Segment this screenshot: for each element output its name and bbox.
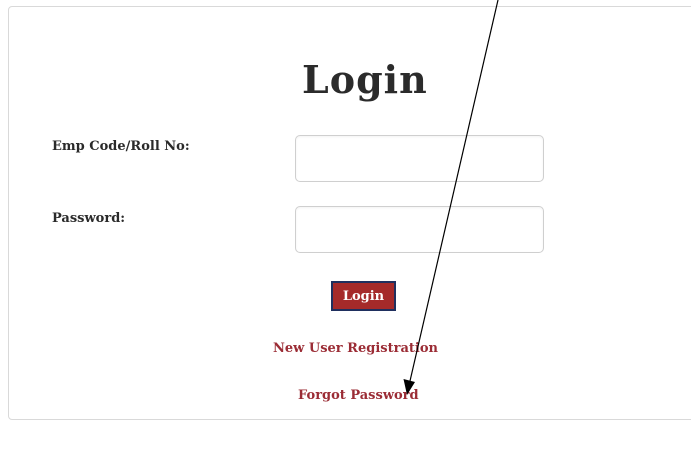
- password-label: Password:: [52, 211, 126, 226]
- forgot-password-link[interactable]: Forgot Password: [298, 388, 419, 403]
- password-input[interactable]: [295, 206, 544, 253]
- emp-code-input[interactable]: [295, 135, 544, 182]
- new-user-registration-link[interactable]: New User Registration: [273, 341, 438, 356]
- emp-code-label: Emp Code/Roll No:: [52, 139, 190, 154]
- login-button[interactable]: Login: [331, 281, 396, 311]
- page-title: Login: [302, 57, 428, 102]
